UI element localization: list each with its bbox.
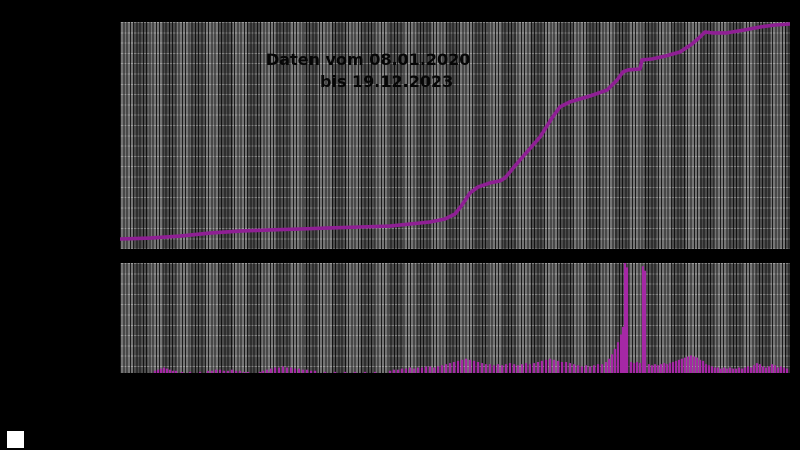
chart-figure: Daten vom 08.01.2020 bis 19.12.2023 [0, 0, 800, 450]
date-range-annotation: Daten vom 08.01.2020 bis 19.12.2023 [266, 49, 470, 93]
date-range-line1: Daten vom 08.01.2020 [266, 50, 471, 69]
date-range-line2: bis 19.12.2023 [320, 72, 454, 91]
daily-chart-panel [120, 263, 790, 373]
daily-bars [153, 263, 789, 373]
legend-swatch [7, 431, 24, 448]
cumulative-chart-panel: Daten vom 08.01.2020 bis 19.12.2023 [120, 22, 790, 249]
